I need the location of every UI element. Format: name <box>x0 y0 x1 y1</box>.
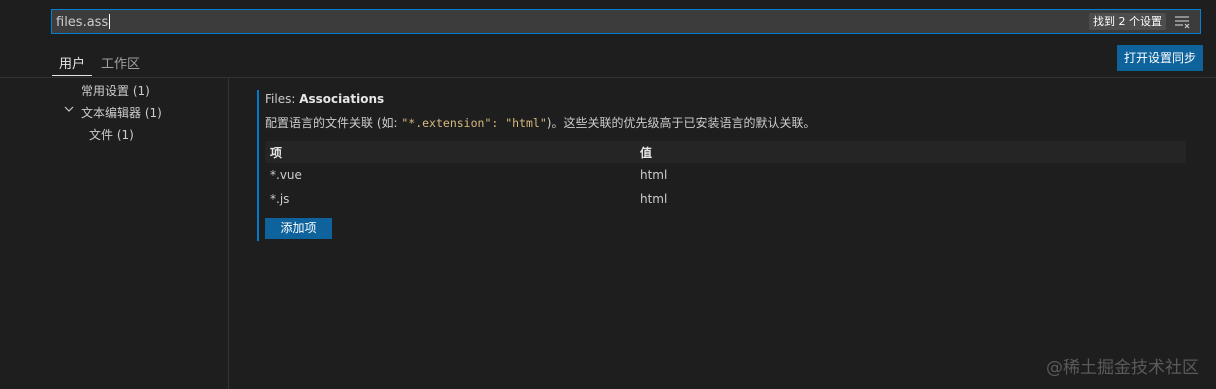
desc-code: "*.extension": "html" <box>401 116 547 130</box>
watermark: @稀土掘金技术社区 <box>1046 358 1199 378</box>
toc-divider <box>228 78 229 389</box>
row-1-item[interactable]: *.vue <box>270 168 302 182</box>
search-input[interactable]: files.ass <box>56 14 111 30</box>
row-1-value[interactable]: html <box>640 168 667 182</box>
setting-focus-indicator <box>257 90 259 241</box>
setting-category: Files: <box>265 92 300 106</box>
result-count-badge: 找到 2 个设置 <box>1089 13 1166 30</box>
toc-item-text-editor[interactable]: 文本编辑器 (1) <box>81 104 162 121</box>
toc-item-files[interactable]: 文件 (1) <box>89 126 134 143</box>
active-tab-indicator <box>52 75 92 76</box>
tab-workspace[interactable]: 工作区 <box>101 53 140 72</box>
search-value: files.ass <box>56 15 109 30</box>
settings-search-box[interactable]: files.ass 找到 2 个设置 <box>51 9 1201 34</box>
column-header-item: 项 <box>270 146 283 160</box>
desc-suffix: )。这些关联的优先级高于已安装语言的默认关联。 <box>546 116 816 130</box>
table-header: 项 值 <box>265 141 1186 163</box>
column-header-value: 值 <box>640 146 653 160</box>
desc-prefix: 配置语言的文件关联 (如: <box>265 116 402 130</box>
filter-icon[interactable] <box>1174 15 1190 29</box>
setting-description: 配置语言的文件关联 (如: "*.extension": "html")。这些关… <box>265 114 815 131</box>
text-caret <box>109 14 111 29</box>
setting-name: Associations <box>299 92 385 106</box>
chevron-down-icon[interactable] <box>64 104 74 114</box>
header-divider <box>0 77 1216 78</box>
setting-title: Files: Associations <box>265 92 384 106</box>
open-settings-sync-button[interactable]: 打开设置同步 <box>1117 45 1203 71</box>
row-2-value[interactable]: html <box>640 192 667 206</box>
add-item-button[interactable]: 添加项 <box>265 218 332 239</box>
toc-item-common[interactable]: 常用设置 (1) <box>81 82 150 99</box>
row-2-item[interactable]: *.js <box>270 192 289 206</box>
tab-user[interactable]: 用户 <box>59 53 85 72</box>
